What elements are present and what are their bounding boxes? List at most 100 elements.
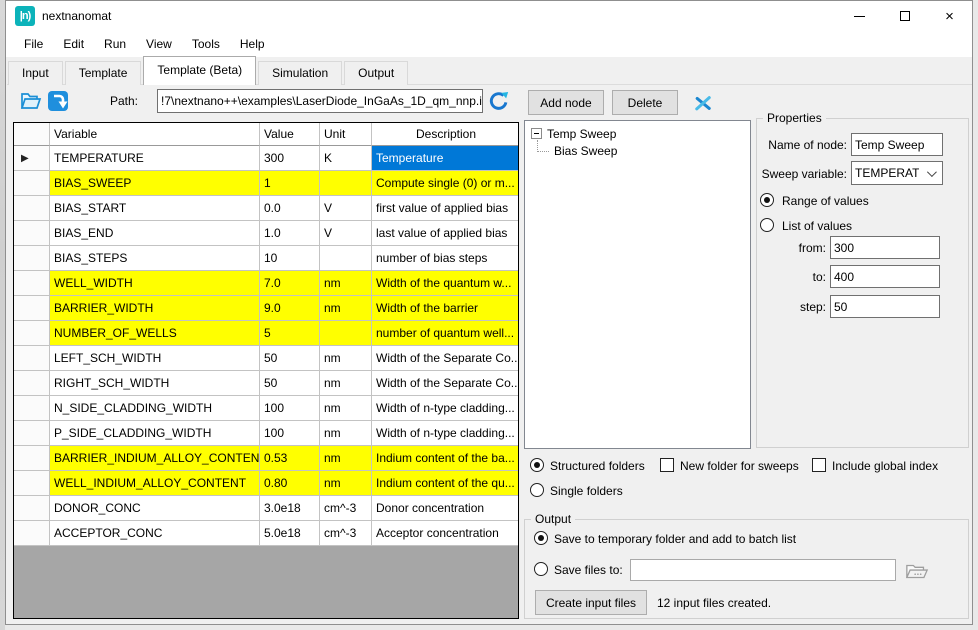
cell-unit[interactable]: nm	[320, 346, 372, 371]
cell-unit[interactable]: V	[320, 196, 372, 221]
row-header[interactable]	[14, 396, 50, 421]
cell-value[interactable]: 7.0	[260, 271, 320, 296]
single-folders-radio[interactable]	[530, 483, 544, 497]
cell-unit[interactable]	[320, 321, 372, 346]
row-header[interactable]	[14, 246, 50, 271]
cell-description[interactable]: Temperature	[372, 146, 518, 171]
cell-unit[interactable]	[320, 246, 372, 271]
menu-tools[interactable]: Tools	[182, 33, 230, 55]
menu-file[interactable]: File	[14, 33, 53, 55]
cell-variable[interactable]: ACCEPTOR_CONC	[50, 521, 260, 546]
save-temporary-radio[interactable]	[534, 531, 548, 545]
sweep-variable-dropdown[interactable]: TEMPERATURE	[851, 161, 943, 185]
include-global-index-checkbox[interactable]	[812, 458, 826, 472]
path-input[interactable]: !7\nextnano++\examples\LaserDiode_InGaAs…	[157, 89, 483, 113]
menu-help[interactable]: Help	[230, 33, 275, 55]
cell-value[interactable]: 1.0	[260, 221, 320, 246]
cell-unit[interactable]: nm	[320, 396, 372, 421]
open-template-button[interactable]	[16, 87, 44, 114]
cell-unit[interactable]: nm	[320, 446, 372, 471]
tree-node-temp-sweep[interactable]: Temp Sweep	[527, 125, 748, 142]
tab-input[interactable]: Input	[8, 61, 63, 85]
minimize-button[interactable]	[837, 1, 882, 31]
maximize-button[interactable]	[882, 1, 927, 31]
cell-value[interactable]: 5.0e18	[260, 521, 320, 546]
close-button[interactable]: ×	[927, 1, 972, 31]
cell-description[interactable]: Donor concentration	[372, 496, 518, 521]
sweep-tree[interactable]: Temp Sweep Bias Sweep	[524, 120, 751, 449]
cell-unit[interactable]: nm	[320, 296, 372, 321]
cell-description[interactable]: Width of the Separate Co...	[372, 346, 518, 371]
collapse-icon[interactable]	[531, 128, 542, 139]
create-input-files-button[interactable]: Create input files	[535, 590, 647, 615]
column-header-unit[interactable]: Unit	[320, 123, 372, 146]
structured-folders-radio[interactable]	[530, 458, 544, 472]
table-row[interactable]: BIAS_START0.0Vfirst value of applied bia…	[14, 196, 518, 221]
from-input[interactable]: 300	[830, 236, 940, 259]
cell-value[interactable]: 0.80	[260, 471, 320, 496]
cell-variable[interactable]: BARRIER_INDIUM_ALLOY_CONTENT	[50, 446, 260, 471]
table-row[interactable]: DONOR_CONC3.0e18cm^-3Donor concentration	[14, 496, 518, 521]
table-row[interactable]: BARRIER_WIDTH9.0nmWidth of the barrier	[14, 296, 518, 321]
row-header[interactable]	[14, 296, 50, 321]
menu-edit[interactable]: Edit	[53, 33, 94, 55]
tree-node-label[interactable]: Bias Sweep	[554, 144, 617, 158]
row-header[interactable]	[14, 371, 50, 396]
table-row[interactable]: ACCEPTOR_CONC5.0e18cm^-3Acceptor concent…	[14, 521, 518, 546]
cell-description[interactable]: Width of the Separate Co...	[372, 371, 518, 396]
cell-unit[interactable]: cm^-3	[320, 496, 372, 521]
list-of-values-radio[interactable]	[760, 218, 774, 232]
cell-description[interactable]: last value of applied bias	[372, 221, 518, 246]
cell-value[interactable]: 300	[260, 146, 320, 171]
row-header[interactable]	[14, 471, 50, 496]
new-folder-for-sweeps-checkbox[interactable]	[660, 458, 674, 472]
refresh-button[interactable]	[486, 88, 512, 114]
cell-value[interactable]: 1	[260, 171, 320, 196]
cell-value[interactable]: 0.53	[260, 446, 320, 471]
cell-description[interactable]: Acceptor concentration	[372, 521, 518, 546]
table-row[interactable]: BIAS_SWEEP1Compute single (0) or m...	[14, 171, 518, 196]
row-header[interactable]	[14, 521, 50, 546]
cell-variable[interactable]: BIAS_SWEEP	[50, 171, 260, 196]
cell-variable[interactable]: WELL_WIDTH	[50, 271, 260, 296]
table-row[interactable]: WELL_INDIUM_ALLOY_CONTENT0.80nmIndium co…	[14, 471, 518, 496]
table-row[interactable]: ▶TEMPERATURE300KTemperature	[14, 146, 518, 171]
cell-description[interactable]: first value of applied bias	[372, 196, 518, 221]
tab-template-beta[interactable]: Template (Beta)	[143, 56, 256, 85]
clear-nodes-button[interactable]	[690, 91, 716, 115]
table-row[interactable]: N_SIDE_CLADDING_WIDTH100nmWidth of n-typ…	[14, 396, 518, 421]
column-header-description[interactable]: Description	[372, 123, 518, 146]
column-header-value[interactable]: Value	[260, 123, 320, 146]
cell-unit[interactable]: V	[320, 221, 372, 246]
menu-run[interactable]: Run	[94, 33, 136, 55]
cell-value[interactable]: 50	[260, 346, 320, 371]
column-header-variable[interactable]: Variable	[50, 123, 260, 146]
range-of-values-radio[interactable]	[760, 193, 774, 207]
cell-value[interactable]: 10	[260, 246, 320, 271]
cell-variable[interactable]: DONOR_CONC	[50, 496, 260, 521]
step-input[interactable]: 50	[830, 295, 940, 318]
cell-description[interactable]: Width of n-type cladding...	[372, 396, 518, 421]
combo-arrow-zone[interactable]	[919, 162, 942, 184]
tab-output[interactable]: Output	[344, 61, 408, 85]
table-row[interactable]: BIAS_END1.0Vlast value of applied bias	[14, 221, 518, 246]
cell-description[interactable]: Width of the barrier	[372, 296, 518, 321]
cell-unit[interactable]: nm	[320, 471, 372, 496]
row-header[interactable]	[14, 196, 50, 221]
row-header[interactable]	[14, 346, 50, 371]
cell-value[interactable]: 5	[260, 321, 320, 346]
cell-variable[interactable]: RIGHT_SCH_WIDTH	[50, 371, 260, 396]
table-row[interactable]: WELL_WIDTH7.0nmWidth of the quantum w...	[14, 271, 518, 296]
cell-variable[interactable]: P_SIDE_CLADDING_WIDTH	[50, 421, 260, 446]
cell-unit[interactable]: cm^-3	[320, 521, 372, 546]
cell-variable[interactable]: NUMBER_OF_WELLS	[50, 321, 260, 346]
row-header[interactable]	[14, 171, 50, 196]
cell-description[interactable]: Indium content of the qu...	[372, 471, 518, 496]
save-files-to-radio[interactable]	[534, 562, 548, 576]
menu-view[interactable]: View	[136, 33, 182, 55]
cell-value[interactable]: 3.0e18	[260, 496, 320, 521]
save-files-to-input[interactable]	[630, 559, 896, 581]
cell-description[interactable]: number of bias steps	[372, 246, 518, 271]
cell-unit[interactable]: nm	[320, 271, 372, 296]
table-row[interactable]: RIGHT_SCH_WIDTH50nmWidth of the Separate…	[14, 371, 518, 396]
